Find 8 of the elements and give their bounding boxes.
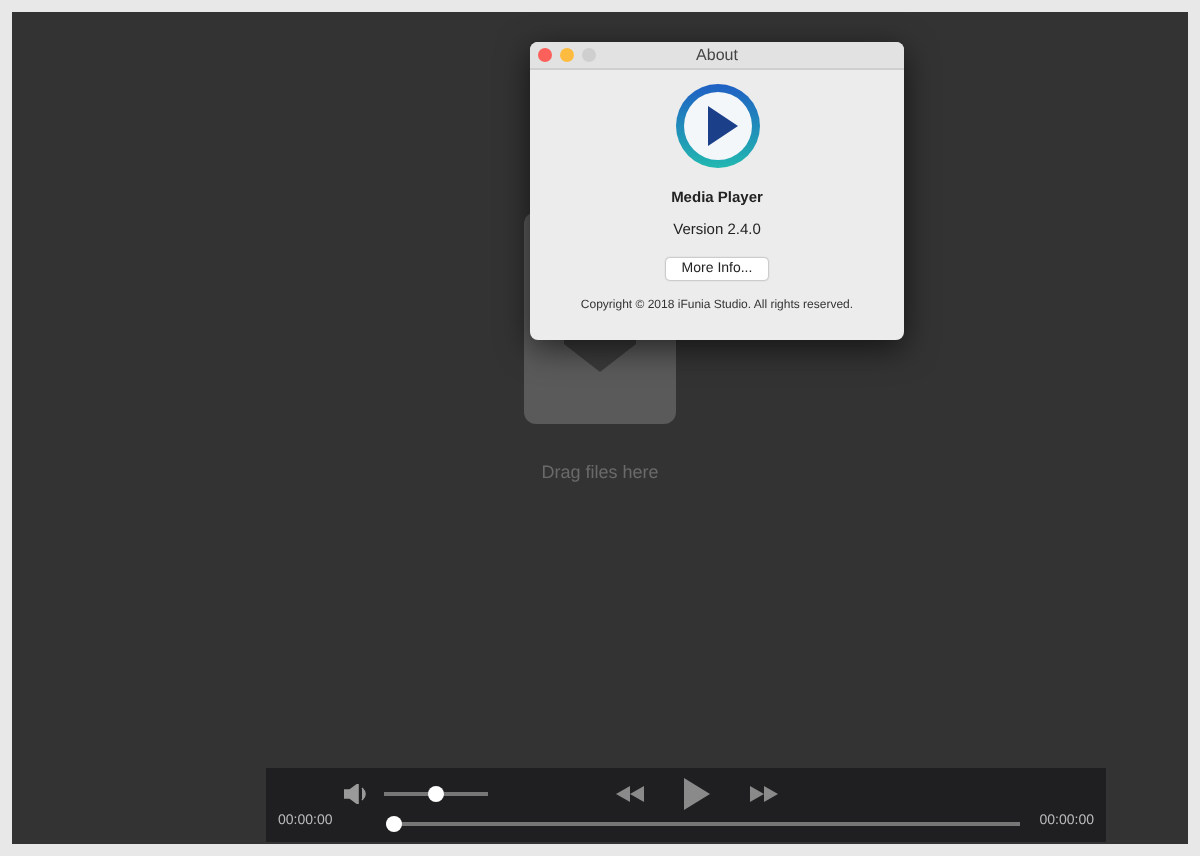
progress-slider[interactable] bbox=[386, 815, 1020, 831]
fast-forward-button[interactable] bbox=[750, 785, 778, 801]
rewind-button[interactable] bbox=[616, 785, 644, 801]
play-logo-icon bbox=[673, 82, 761, 170]
volume-icon[interactable] bbox=[344, 783, 368, 803]
volume-slider[interactable] bbox=[384, 785, 488, 801]
play-button[interactable] bbox=[684, 777, 710, 809]
window-title: About bbox=[696, 43, 738, 67]
